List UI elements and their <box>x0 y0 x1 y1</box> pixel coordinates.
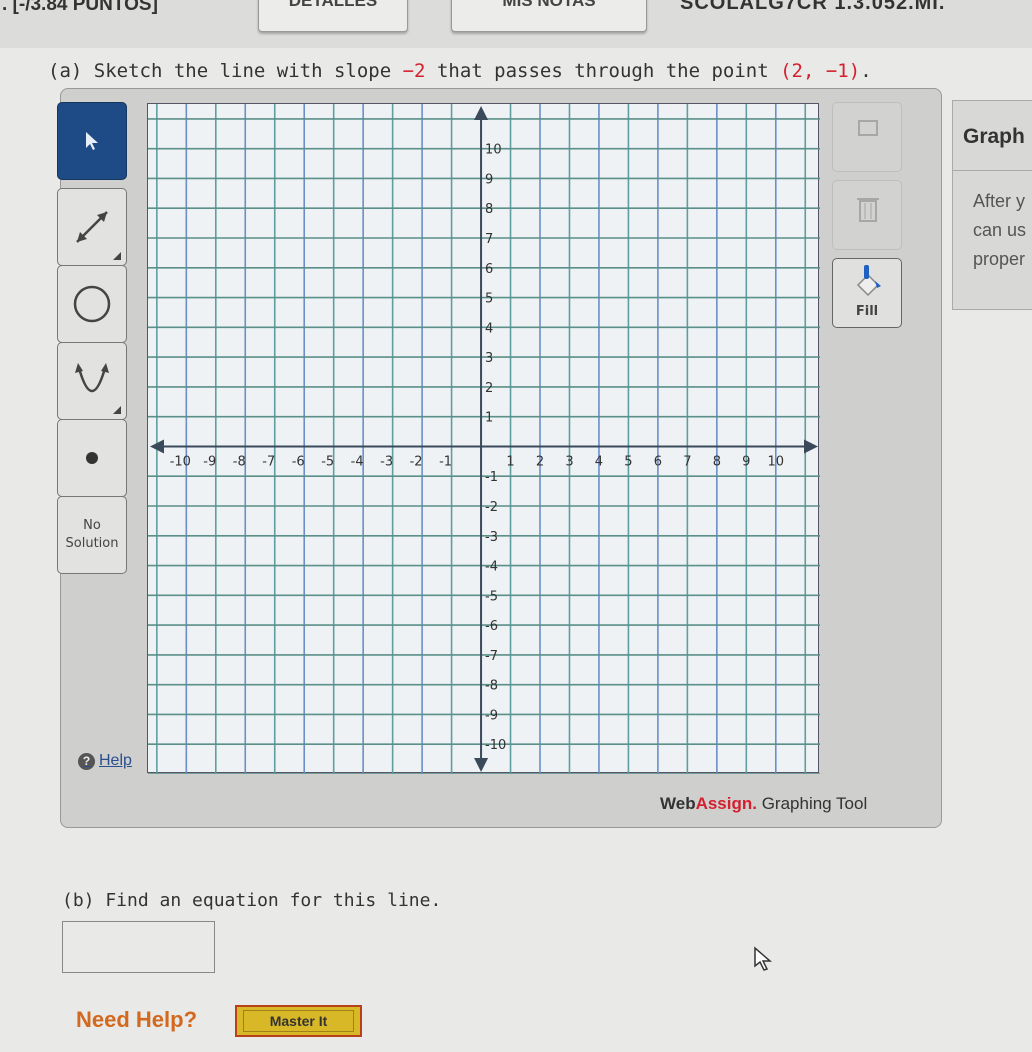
circle-icon <box>73 285 111 323</box>
arrow-pointer-icon <box>86 132 98 150</box>
fill-tool-button[interactable]: Fill <box>832 258 902 328</box>
x-tick-label: -10 <box>170 454 191 469</box>
y-tick-label: -9 <box>485 708 498 723</box>
fill-bucket-icon <box>856 265 881 297</box>
x-tick-label: 3 <box>565 454 573 469</box>
x-tick-label: 9 <box>742 454 750 469</box>
point-icon <box>86 452 98 464</box>
point-tool-button[interactable] <box>57 419 127 497</box>
graph-canvas[interactable]: -10 -9 -8 -7 -6 -5 -4 -3 -2 -1 1 2 3 4 5 6 7 8 9 10 10 9 8 7 6 5 4… <box>147 103 820 774</box>
y-tick-label: 8 <box>485 202 493 217</box>
x-tick-label: 1 <box>506 454 514 469</box>
info-title: Graph <box>953 101 1032 171</box>
y-tick-label: -8 <box>485 679 498 694</box>
left-toolbar: No Solution <box>55 100 135 780</box>
mouse-cursor-icon <box>754 946 773 971</box>
info-line: After y <box>973 191 1026 211</box>
info-text: After y can us proper <box>953 171 1032 274</box>
circle-tool-button[interactable] <box>57 265 127 343</box>
part-b-question: (b) Find an equation for this line. <box>62 890 442 911</box>
points-label: . [-/3.84 PUNTOS] <box>2 0 158 15</box>
y-tick-label: -10 <box>485 738 506 753</box>
clear-icon <box>858 120 878 136</box>
y-tick-label: 2 <box>485 381 493 396</box>
y-tick-label: 6 <box>485 262 493 277</box>
y-tick-label: 5 <box>485 292 493 307</box>
info-line: proper <box>973 249 1026 269</box>
y-tick-label: -4 <box>485 560 498 575</box>
brand-web: Web <box>660 794 696 813</box>
line-tool-button[interactable] <box>57 188 127 266</box>
webassign-brand: WebAssign. Graphing Tool <box>660 794 867 814</box>
y-tick-label: 7 <box>485 232 493 247</box>
submenu-indicator-icon <box>113 406 121 414</box>
graph-info-panel: Graph After y can us proper <box>952 100 1032 310</box>
x-tick-label: 2 <box>536 454 544 469</box>
coordinate-plane[interactable]: -10 -9 -8 -7 -6 -5 -4 -3 -2 -1 1 2 3 4 5 6 7 8 9 10 10 9 8 7 6 5 4… <box>148 104 820 774</box>
slope-value: −2 <box>402 60 426 82</box>
my-notes-button[interactable]: MIS NOTAS <box>451 0 647 32</box>
y-tick-label: 3 <box>485 351 493 366</box>
y-tick-label: 10 <box>485 143 502 158</box>
x-tick-label: -8 <box>233 454 246 469</box>
part-a-prefix: (a) Sketch the line with slope <box>48 60 403 82</box>
trash-icon <box>857 198 879 222</box>
x-tick-label: -7 <box>262 454 275 469</box>
y-axis-arrow-down <box>474 758 489 772</box>
x-tick-label: -5 <box>321 454 334 469</box>
need-help-label: Need Help? <box>76 1007 198 1032</box>
no-solution-line1: No <box>83 518 101 533</box>
clear-all-button[interactable] <box>832 102 902 172</box>
x-tick-label: 8 <box>713 454 721 469</box>
part-a-suffix: . <box>860 60 872 82</box>
x-tick-label: -4 <box>351 454 364 469</box>
point-value: (2, −1) <box>780 60 861 82</box>
no-solution-line2: Solution <box>65 536 119 551</box>
info-line: can us <box>973 220 1027 240</box>
question-circle-icon: ? <box>78 752 95 770</box>
no-solution-label: No Solution <box>66 517 119 553</box>
x-tick-label: -3 <box>380 454 393 469</box>
x-tick-label: 5 <box>624 454 632 469</box>
details-button[interactable]: DETALLES <box>258 0 408 32</box>
delete-button[interactable] <box>832 180 902 250</box>
y-tick-label: -5 <box>485 589 498 604</box>
x-tick-label: -2 <box>410 454 423 469</box>
x-tick-label: 4 <box>595 454 603 469</box>
x-tick-label: 10 <box>768 454 785 469</box>
y-tick-label: 9 <box>485 172 493 187</box>
y-tick-label: -1 <box>485 470 498 485</box>
equation-answer-input[interactable] <box>62 921 215 973</box>
brand-graphing-tool: Graphing Tool <box>756 794 868 813</box>
problem-code: SCOLALG7CR 1.3.052.MI. <box>680 0 946 14</box>
x-tick-label: -9 <box>203 454 216 469</box>
pointer-tool-button[interactable] <box>57 102 127 180</box>
x-tick-label: 6 <box>654 454 662 469</box>
y-tick-label: 1 <box>485 411 493 426</box>
no-solution-button[interactable]: No Solution <box>57 496 127 574</box>
brand-assign: Assign. <box>695 794 757 813</box>
y-tick-label: 4 <box>485 321 493 336</box>
part-a-question: (a) Sketch the line with slope −2 that p… <box>48 60 872 82</box>
master-it-button[interactable]: Master It <box>235 1005 362 1037</box>
submenu-indicator-icon <box>113 252 121 260</box>
x-axis-arrow-right <box>804 439 818 454</box>
master-it-label: Master It <box>242 1010 355 1032</box>
help-label: Help <box>99 752 132 769</box>
line-icon <box>76 211 108 243</box>
parabola-tool-button[interactable] <box>57 342 127 420</box>
y-tick-label: -3 <box>485 530 498 545</box>
x-tick-label: 7 <box>683 454 691 469</box>
parabola-icon <box>75 363 109 392</box>
top-bar: . [-/3.84 PUNTOS] DETALLES MIS NOTAS SCO… <box>0 0 1032 48</box>
x-tick-label: -6 <box>292 454 305 469</box>
x-tick-label: -1 <box>439 454 452 469</box>
y-tick-label: -7 <box>485 649 498 664</box>
help-link[interactable]: ? Help <box>78 752 132 770</box>
part-a-middle: that passes through the point <box>425 60 781 82</box>
y-axis-arrow-up <box>474 106 489 120</box>
y-tick-label: -2 <box>485 500 498 515</box>
y-tick-label: -6 <box>485 619 498 634</box>
fill-label: Fill <box>855 304 879 319</box>
